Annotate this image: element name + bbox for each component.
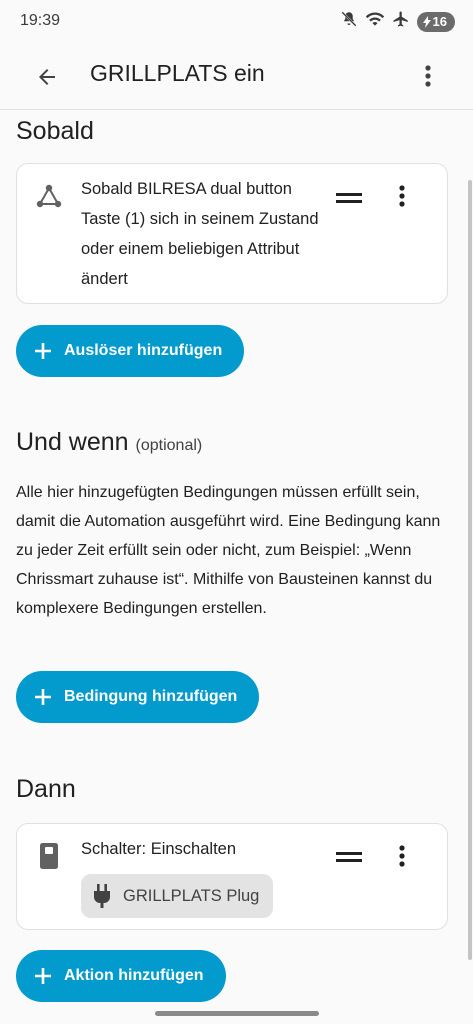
action-heading: Dann — [16, 775, 76, 803]
status-bar: 19:39 16 — [0, 0, 473, 40]
status-time: 19:39 — [20, 12, 61, 29]
more-vert-icon — [425, 65, 431, 87]
battery-icon: 16 — [416, 11, 455, 32]
condition-description: Alle hier hinzugefügten Bedingungen müss… — [16, 484, 441, 617]
trigger-heading: Sobald — [16, 117, 94, 145]
plus-icon — [32, 686, 54, 708]
state-change-icon — [35, 182, 63, 210]
app-bar: GRILLPLATS ein — [0, 40, 473, 110]
target-chip[interactable]: GRILLPLATS Plug — [81, 874, 274, 918]
add-trigger-label: Auslöser hinzufügen — [64, 342, 223, 359]
target-chip-label: GRILLPLATS Plug — [123, 886, 260, 905]
drag-handle-icon[interactable] — [335, 847, 363, 867]
trigger-more-icon[interactable] — [390, 181, 414, 211]
scrollbar[interactable] — [468, 180, 472, 960]
plus-icon — [32, 965, 54, 987]
status-icons: 16 — [340, 10, 455, 33]
wifi-icon — [365, 10, 385, 33]
drag-handle-icon[interactable] — [335, 188, 363, 208]
optional-label: (optional) — [135, 437, 203, 454]
battery-level: 16 — [432, 14, 447, 29]
condition-heading: Und wenn (optional) — [16, 428, 202, 457]
plug-icon — [94, 884, 110, 908]
condition-heading-text: Und wenn — [16, 428, 129, 456]
add-condition-button[interactable]: Bedingung hinzufügen — [16, 671, 260, 723]
arrow-left-icon — [39, 69, 55, 85]
page-title: GRILLPLATS ein — [90, 60, 265, 86]
trigger-description: Sobald BILRESA dual button Taste (1) sic… — [81, 180, 319, 288]
action-title: Schalter: Einschalten — [81, 840, 237, 858]
trigger-card[interactable]: Sobald BILRESA dual button Taste (1) sic… — [16, 163, 448, 304]
add-trigger-button[interactable]: Auslöser hinzufügen — [16, 325, 245, 377]
add-action-label: Aktion hinzufügen — [64, 967, 204, 984]
add-condition-label: Bedingung hinzufügen — [64, 688, 238, 705]
gesture-navigation-bar[interactable] — [155, 1011, 319, 1016]
action-card[interactable]: Schalter: Einschalten GRILLPLATS Plug — [16, 823, 448, 930]
plus-icon — [32, 340, 54, 362]
add-action-button[interactable]: Aktion hinzufügen — [16, 950, 226, 1002]
automation-editor: Sobald Sobald BILRESA dual button Taste … — [0, 110, 473, 1024]
action-more-icon[interactable] — [390, 841, 414, 871]
back-button[interactable] — [30, 60, 64, 94]
airplane-icon — [392, 10, 410, 33]
switch-icon — [35, 842, 63, 870]
mute-icon — [340, 10, 358, 33]
overflow-menu-button[interactable] — [413, 59, 443, 93]
